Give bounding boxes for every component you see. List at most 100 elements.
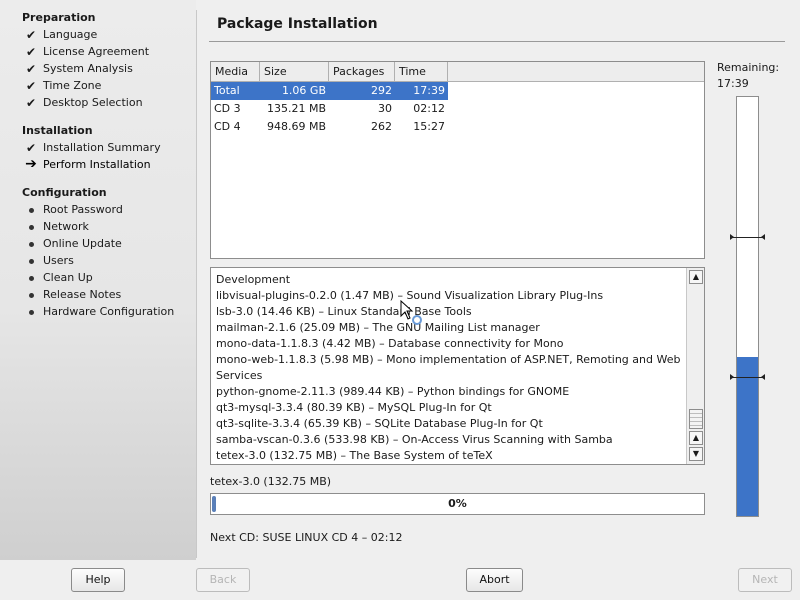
cd-boundary-marker	[730, 234, 765, 240]
section-title-installation: Installation	[22, 124, 93, 137]
bullet-icon	[24, 203, 38, 216]
sidebar-item-label: Perform Installation	[43, 158, 151, 171]
bullet-icon	[24, 271, 38, 284]
check-icon: ✔	[25, 78, 37, 93]
log-line: Development	[216, 273, 291, 286]
sidebar-item-label: Language	[43, 28, 98, 41]
sidebar-item-license: ✔ License Agreement	[24, 43, 149, 60]
current-package-label: tetex-3.0 (132.75 MB)	[210, 475, 332, 488]
column-header-packages[interactable]: Packages	[329, 62, 395, 81]
sidebar-item-label: Desktop Selection	[43, 96, 143, 109]
mouse-cursor-icon	[400, 299, 422, 329]
sidebar-item-label: Network	[43, 220, 89, 233]
cell-media: CD 3	[214, 102, 241, 115]
abort-button[interactable]: Abort	[466, 568, 523, 592]
log-line: mono-data-1.1.8.3 (4.42 MB) – Database c…	[216, 337, 564, 350]
cell-time: 02:12	[413, 102, 445, 115]
next-cd-label: Next CD: SUSE LINUX CD 4 – 02:12	[210, 531, 403, 544]
sidebar-item-label: Time Zone	[43, 79, 102, 92]
main-panel: Package Installation Media Size Packages…	[196, 10, 790, 558]
log-lines: Development libvisual-plugins-0.2.0 (1.4…	[216, 272, 686, 464]
remaining-title: Remaining:	[717, 61, 780, 74]
remaining-gauge	[730, 96, 765, 517]
cell-time: 15:27	[413, 120, 445, 133]
table-row[interactable]: CD 4 948.69 MB 262 15:27	[211, 118, 704, 136]
check-icon: ✔	[25, 27, 37, 42]
table-row[interactable]: CD 3 135.21 MB 30 02:12	[211, 100, 704, 118]
sidebar: Preparation ✔ Language ✔ License Agreement…	[0, 0, 196, 560]
sidebar-item-label: Users	[43, 254, 74, 267]
log-line: mono-web-1.1.8.3 (5.98 MB) – Mono implem…	[216, 353, 681, 382]
progress-label: 0%	[448, 497, 467, 510]
remaining-time: 17:39	[717, 77, 749, 90]
log-line: tetex-3.0 (132.75 MB) – The Base System …	[216, 449, 493, 462]
package-progress-bar: 0%	[210, 493, 705, 515]
column-header-media[interactable]: Media	[211, 62, 260, 81]
table-header: Media Size Packages Time	[211, 62, 704, 82]
cell-packages: 292	[329, 82, 395, 100]
cd-boundary-marker	[730, 374, 765, 380]
back-button[interactable]: Back	[196, 568, 250, 592]
sidebar-item-label: Online Update	[43, 237, 122, 250]
section-title-configuration: Configuration	[22, 186, 107, 199]
sidebar-item-system-analysis: ✔ System Analysis	[24, 60, 133, 77]
sidebar-item-online-update: Online Update	[24, 235, 122, 252]
bullet-icon	[24, 305, 38, 318]
cell-packages: 30	[378, 102, 392, 115]
sidebar-item-network: Network	[24, 218, 89, 235]
cell-packages: 262	[371, 120, 392, 133]
sidebar-item-root-password: Root Password	[24, 201, 123, 218]
sidebar-item-installation-summary: ✔ Installation Summary	[24, 139, 161, 156]
sidebar-item-label: Clean Up	[43, 271, 93, 284]
sidebar-item-time-zone: ✔ Time Zone	[24, 77, 101, 94]
table-row[interactable]: Total 1.06 GB 292 17:39	[211, 82, 704, 100]
cell-size: 135.21 MB	[266, 102, 326, 115]
check-icon: ✔	[25, 95, 37, 110]
scroll-down-button[interactable]: ▼	[689, 447, 703, 461]
log-line: lsb-3.0 (14.46 KB) – Linux Standard Base…	[216, 305, 472, 318]
check-icon: ✔	[25, 44, 37, 59]
bullet-icon	[24, 254, 38, 267]
progress-fill	[212, 496, 216, 512]
sidebar-item-perform-installation: ➔ Perform Installation	[24, 156, 151, 173]
package-log[interactable]: Development libvisual-plugins-0.2.0 (1.4…	[210, 267, 705, 465]
sidebar-item-release-notes: Release Notes	[24, 286, 121, 303]
section-title-preparation: Preparation	[22, 11, 96, 24]
sidebar-item-desktop-selection: ✔ Desktop Selection	[24, 94, 143, 111]
log-line: libvisual-plugins-0.2.0 (1.47 MB) – Soun…	[216, 289, 604, 302]
cell-media: Total	[211, 82, 260, 100]
bullet-icon	[24, 237, 38, 250]
gauge-fill	[737, 356, 758, 516]
scroll-up-button[interactable]: ▲	[689, 270, 703, 284]
sidebar-item-label: Release Notes	[43, 288, 122, 301]
media-table[interactable]: Media Size Packages Time Total 1.06 GB 2…	[210, 61, 705, 259]
check-icon: ✔	[25, 61, 37, 76]
cell-size: 1.06 GB	[260, 82, 329, 100]
column-header-time[interactable]: Time	[395, 62, 448, 81]
bullet-icon	[24, 288, 38, 301]
sidebar-item-hardware-configuration: Hardware Configuration	[24, 303, 174, 320]
arrow-right-icon: ➔	[25, 156, 37, 172]
sidebar-item-label: System Analysis	[43, 62, 133, 75]
sidebar-item-clean-up: Clean Up	[24, 269, 93, 286]
scroll-up-button-lower[interactable]: ▲	[689, 431, 703, 445]
check-icon: ✔	[25, 140, 37, 155]
scroll-thumb[interactable]	[689, 409, 703, 429]
next-button[interactable]: Next	[738, 568, 792, 592]
sidebar-item-users: Users	[24, 252, 74, 269]
log-line: samba-vscan-0.3.6 (533.98 KB) – On-Acces…	[216, 433, 613, 446]
log-line: mailman-2.1.6 (25.09 MB) – The GNU Maili…	[216, 321, 540, 334]
log-line: qt3-mysql-3.3.4 (80.39 KB) – MySQL Plug-…	[216, 401, 492, 414]
cell-time: 17:39	[395, 82, 448, 100]
column-header-size[interactable]: Size	[260, 62, 329, 81]
log-scrollbar[interactable]: ▲ ▲ ▼	[686, 268, 704, 464]
sidebar-item-label: Installation Summary	[43, 141, 161, 154]
log-line: python-gnome-2.11.3 (989.44 KB) – Python…	[216, 385, 570, 398]
sidebar-item-label: Hardware Configuration	[43, 305, 175, 318]
page-title: Package Installation	[217, 16, 378, 32]
remaining-label: Remaining: 17:39	[717, 60, 779, 92]
bullet-icon	[24, 220, 38, 233]
help-button[interactable]: Help	[71, 568, 125, 592]
cell-media: CD 4	[214, 120, 241, 133]
log-line: qt3-sqlite-3.3.4 (65.39 KB) – SQLite Dat…	[216, 417, 543, 430]
